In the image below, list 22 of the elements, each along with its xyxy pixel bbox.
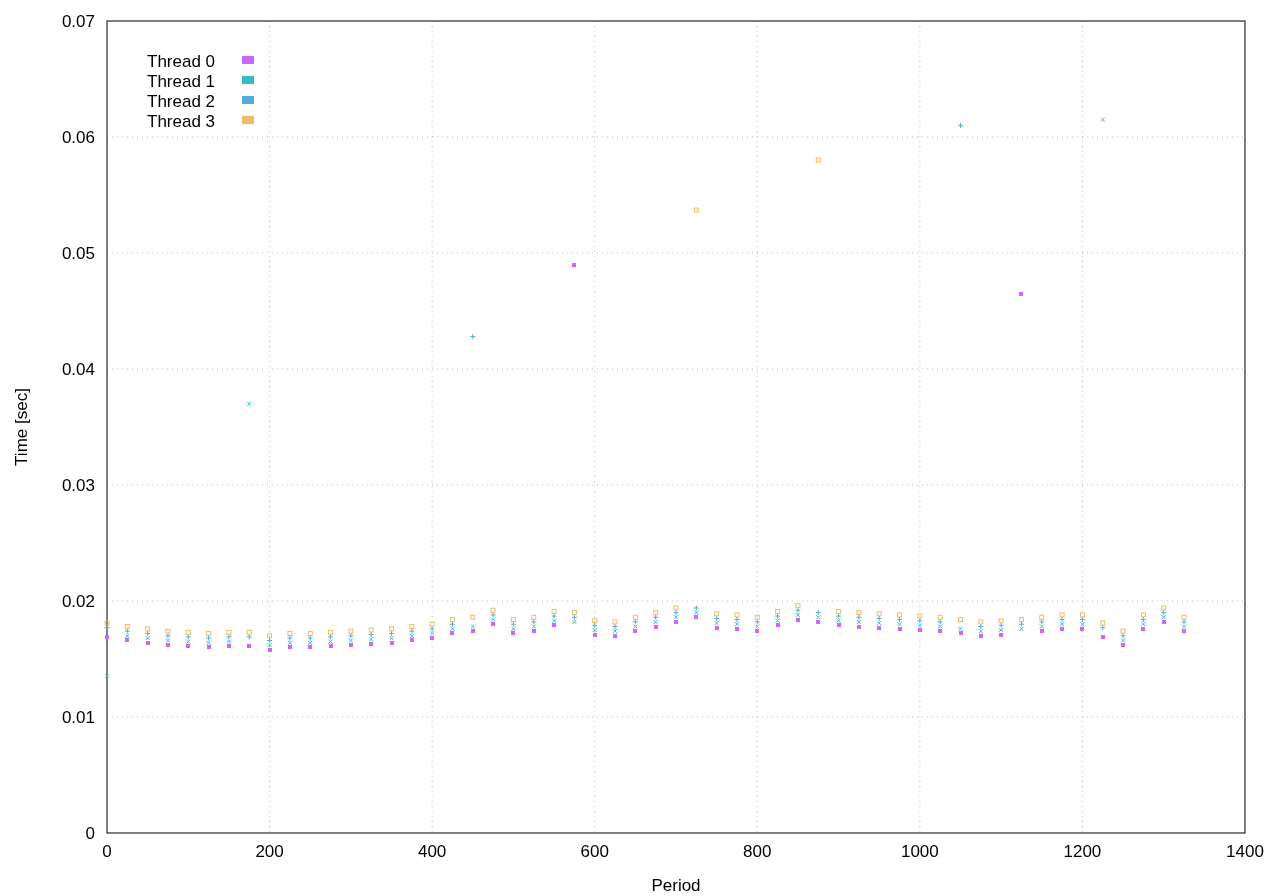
y-tick-label: 0.04	[61, 360, 95, 379]
legend-label: Thread 1	[147, 72, 216, 91]
y-tick-label: 0.05	[61, 244, 95, 263]
x-tick-label: 0	[102, 842, 112, 861]
y-tick-label: 0.03	[61, 476, 95, 495]
x-tick-label: 1400	[1226, 842, 1264, 861]
legend-label: Thread 2	[147, 92, 216, 111]
x-tick-label: 1000	[900, 842, 939, 861]
y-axis-title: Time [sec]	[12, 388, 31, 466]
x-tick-label: 600	[580, 842, 609, 861]
y-tick-label: 0	[85, 824, 95, 843]
y-tick-label: 0.07	[61, 12, 95, 31]
x-tick-label: 400	[417, 842, 447, 861]
legend-label: Thread 3	[147, 112, 216, 131]
y-tick-label: 0.06	[61, 128, 95, 147]
y-tick-label: 0.02	[61, 592, 95, 611]
x-tick-label: 200	[255, 842, 284, 861]
x-axis-title: Period	[651, 876, 701, 895]
x-tick-label: 1200	[1063, 842, 1102, 861]
legend-label: Thread 0	[147, 52, 216, 71]
x-tick-label: 800	[743, 842, 772, 861]
y-tick-label: 0.01	[61, 708, 95, 727]
